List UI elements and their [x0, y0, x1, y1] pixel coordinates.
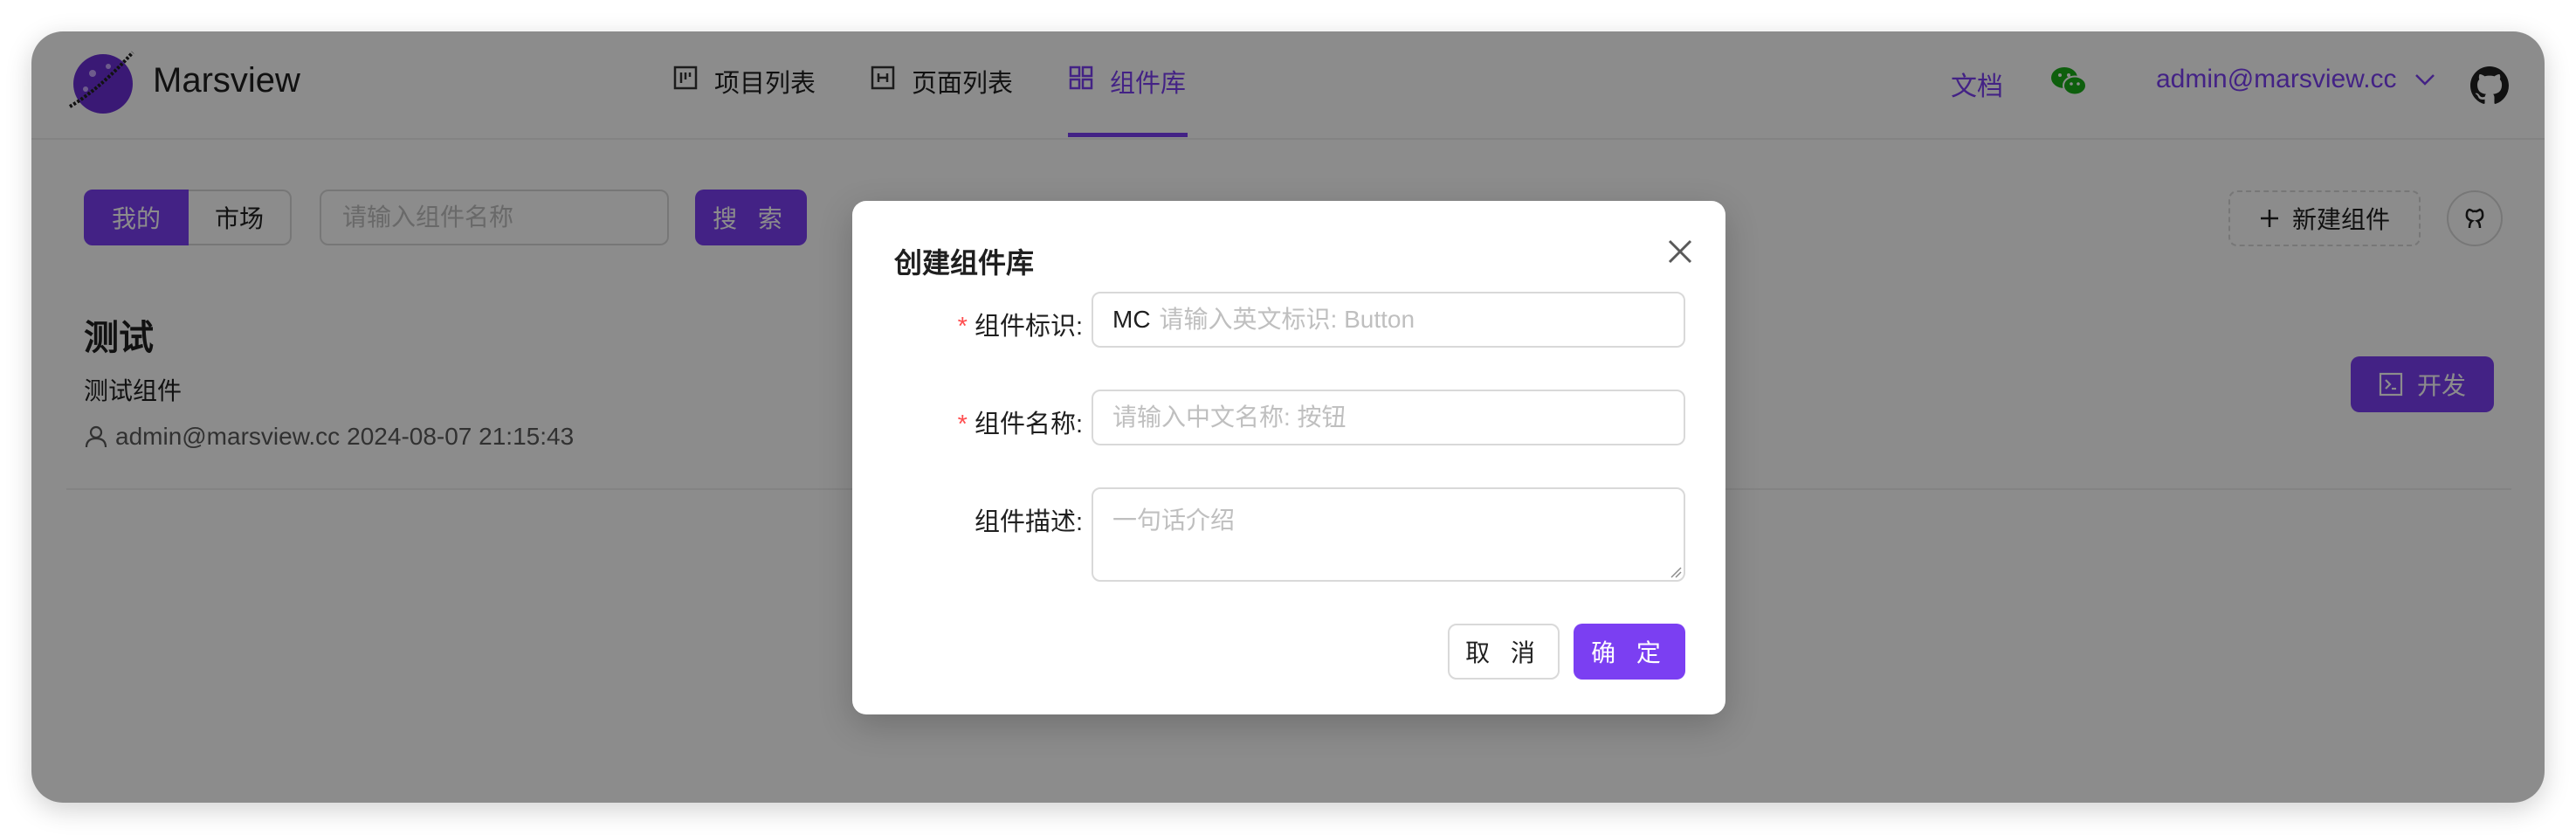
app-window: Marsview 项目列表 页面列表 组件库 文档 admin@marsview…	[31, 31, 2545, 803]
required-mark: *	[957, 411, 968, 438]
cancel-button[interactable]: 取 消	[1448, 624, 1560, 680]
create-library-modal: 创建组件库 *组件标识: MC *组件名称: 组件描述: 取 消 确 定	[852, 201, 1725, 714]
modal-title: 创建组件库	[894, 247, 1035, 279]
identifier-input[interactable]	[1159, 306, 1664, 334]
identifier-field[interactable]: MC	[1092, 292, 1685, 348]
identifier-prefix: MC	[1112, 306, 1151, 333]
name-field[interactable]	[1092, 390, 1685, 445]
description-label: 组件描述:	[974, 508, 1083, 536]
required-mark: *	[957, 313, 968, 341]
resize-handle-icon[interactable]	[1670, 566, 1682, 578]
name-input[interactable]	[1112, 404, 1664, 431]
close-icon[interactable]	[1664, 236, 1696, 267]
description-textarea[interactable]	[1092, 487, 1685, 582]
name-label: * 组件名称:	[957, 411, 1083, 438]
confirm-button[interactable]: 确 定	[1574, 624, 1685, 680]
identifier-label: * 组件标识:	[957, 313, 1083, 341]
